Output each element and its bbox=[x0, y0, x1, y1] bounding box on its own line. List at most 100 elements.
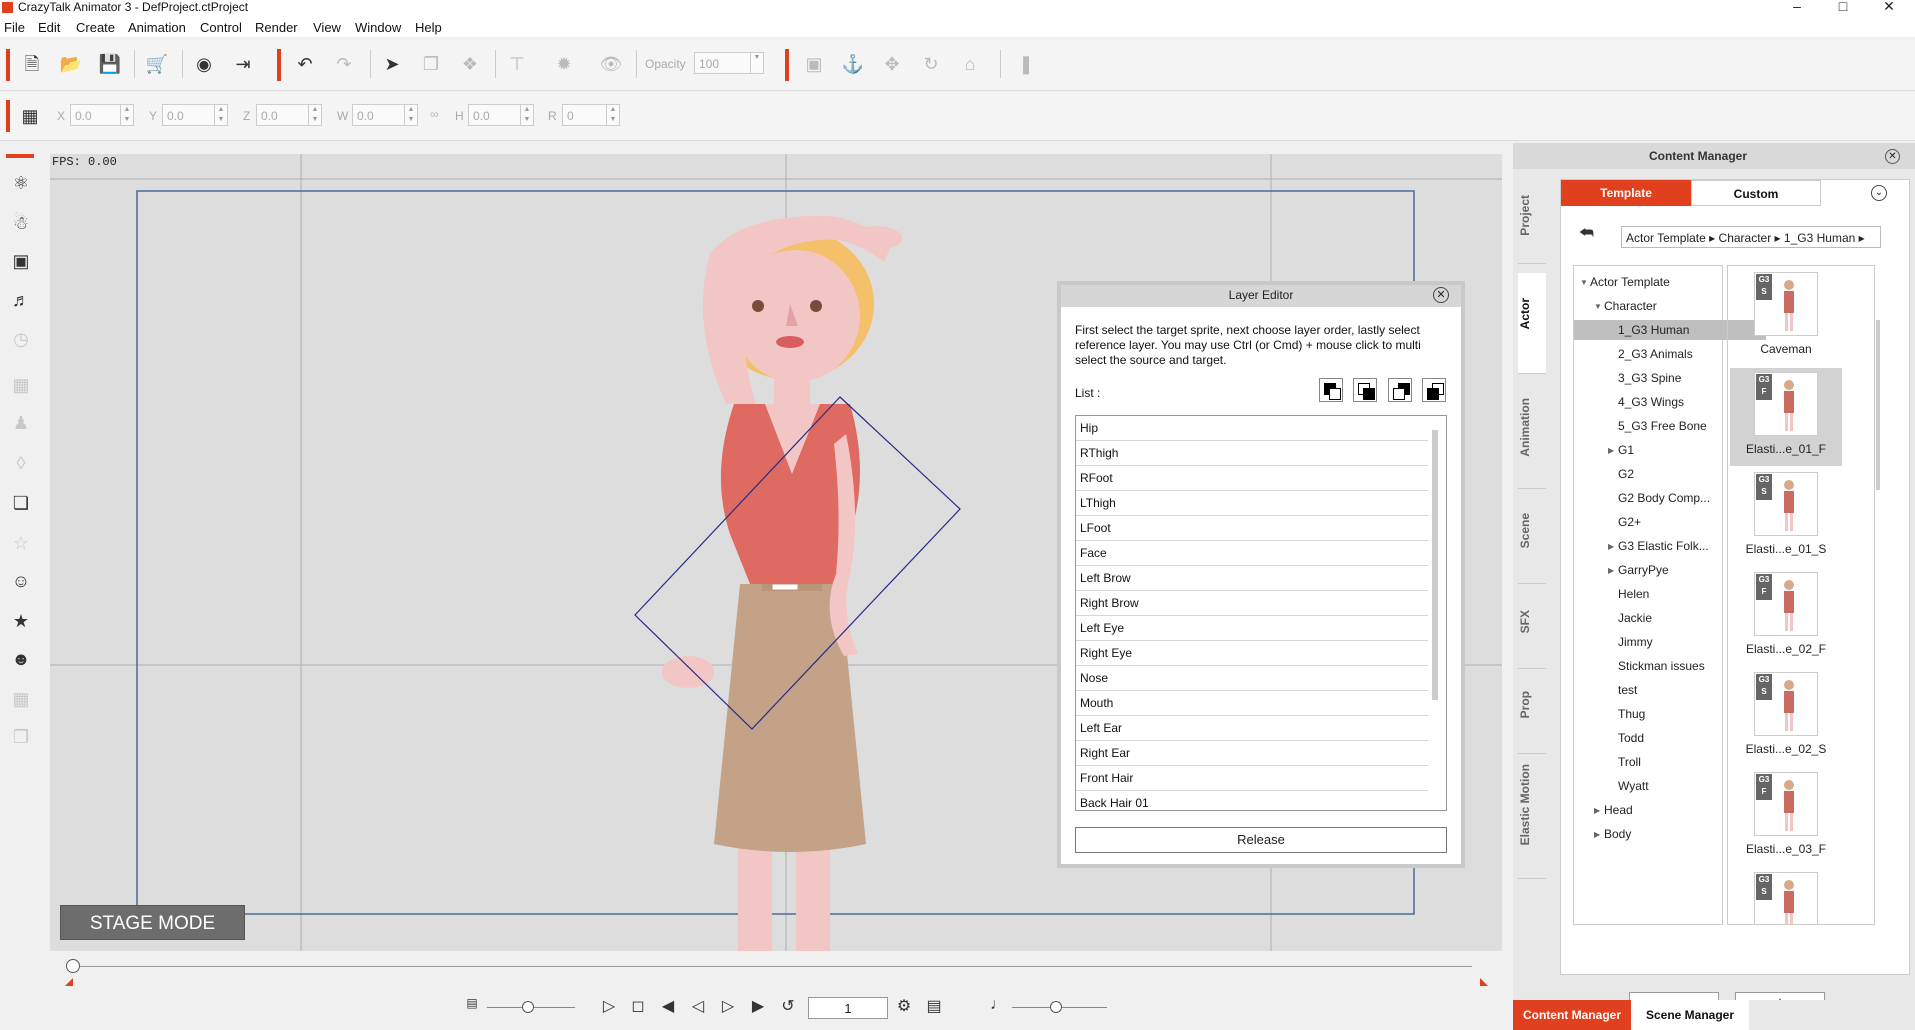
menu-edit[interactable]: Edit bbox=[38, 20, 60, 35]
tree-item[interactable]: Troll bbox=[1618, 752, 1641, 772]
expand-right-icon[interactable]: ▶ bbox=[1608, 566, 1614, 575]
breadcrumb-item[interactable]: Character bbox=[1719, 231, 1772, 245]
tree-item[interactable]: Head bbox=[1604, 800, 1633, 820]
redo-icon[interactable]: ↷ bbox=[330, 50, 358, 78]
last-frame-icon[interactable]: ▶ bbox=[748, 996, 768, 1016]
link-icon[interactable]: ❖ bbox=[456, 50, 484, 78]
tab-template[interactable]: Template bbox=[1561, 180, 1691, 206]
list-item[interactable]: Back Hair 01 bbox=[1076, 791, 1428, 810]
tree-item[interactable]: Character bbox=[1604, 296, 1657, 316]
image-icon[interactable]: ▣ bbox=[800, 50, 828, 78]
breadcrumb-item[interactable]: 1_G3 Human bbox=[1784, 231, 1855, 245]
grid-tool-icon[interactable]: ▦ bbox=[8, 372, 34, 398]
list-item[interactable]: LFoot bbox=[1076, 516, 1428, 541]
tab-scene[interactable]: Scene bbox=[1518, 493, 1546, 584]
open-project-icon[interactable]: 📂 bbox=[57, 50, 85, 78]
menu-render[interactable]: Render bbox=[255, 20, 298, 35]
minimize-icon[interactable]: – bbox=[1782, 0, 1812, 16]
bars-icon[interactable]: ❚ bbox=[1012, 50, 1040, 78]
expand-right-icon[interactable]: ▶ bbox=[1594, 830, 1600, 839]
list-item[interactable]: RFoot bbox=[1076, 466, 1428, 491]
close-window-icon[interactable]: ✕ bbox=[1874, 0, 1904, 16]
grid-small-icon[interactable]: ▦ bbox=[8, 686, 34, 712]
template-thumbnail[interactable]: G3 F Elasti...e_03_F bbox=[1730, 768, 1842, 866]
template-thumbnail[interactable]: G3 S Elasti...e_01_S bbox=[1730, 468, 1842, 566]
anchor-icon[interactable]: ⚓ bbox=[839, 50, 867, 78]
tab-sfx[interactable]: SFX bbox=[1518, 588, 1546, 669]
tab-scene-manager[interactable]: Scene Manager bbox=[1631, 1000, 1749, 1030]
tree-item[interactable]: G3 Elastic Folk... bbox=[1618, 536, 1709, 556]
breadcrumb-item[interactable]: Actor Template bbox=[1626, 231, 1706, 245]
close-icon[interactable]: ✕ bbox=[1433, 287, 1449, 303]
expand-right-icon[interactable]: ▶ bbox=[1594, 806, 1600, 815]
export-icon[interactable]: ⇥ bbox=[229, 50, 257, 78]
list-item[interactable]: Mouth bbox=[1076, 691, 1428, 716]
tab-project[interactable]: Project bbox=[1518, 185, 1546, 264]
face-tool-icon[interactable]: ☺ bbox=[8, 568, 34, 594]
list-item[interactable]: Right Brow bbox=[1076, 591, 1428, 616]
list-item[interactable]: LThigh bbox=[1076, 491, 1428, 516]
motion-tool-icon[interactable]: ★ bbox=[8, 608, 34, 634]
list-item[interactable]: Nose bbox=[1076, 666, 1428, 691]
3d-tool-icon[interactable]: ◊ bbox=[8, 450, 34, 476]
menu-window[interactable]: Window bbox=[355, 20, 401, 35]
template-thumbnail[interactable]: G3 F Elasti...e_01_F bbox=[1730, 368, 1842, 466]
timer-icon[interactable]: ◷ bbox=[8, 326, 34, 352]
tree-item[interactable]: 2_G3 Animals bbox=[1618, 344, 1693, 364]
tree-item[interactable]: Jackie bbox=[1618, 608, 1652, 628]
tree-item[interactable]: Jimmy bbox=[1618, 632, 1653, 652]
undo-icon[interactable]: ↶ bbox=[291, 50, 319, 78]
next-key-icon[interactable]: ▷ bbox=[718, 996, 738, 1016]
stop-icon[interactable]: ◻ bbox=[628, 996, 648, 1016]
expand-right-icon[interactable]: ▶ bbox=[1608, 542, 1614, 551]
tree-item[interactable]: GarryPye bbox=[1618, 560, 1669, 580]
new-project-icon[interactable]: 🗎 bbox=[18, 50, 46, 78]
tree-item[interactable]: test bbox=[1618, 680, 1637, 700]
lock-ratio-icon[interactable]: ∞ bbox=[430, 107, 439, 121]
tree-item[interactable]: 3_G3 Spine bbox=[1618, 368, 1681, 388]
back-icon[interactable]: ⮪ bbox=[1579, 225, 1594, 243]
menu-view[interactable]: View bbox=[313, 20, 341, 35]
select-arrow-icon[interactable]: ➤ bbox=[378, 50, 406, 78]
menu-create[interactable]: Create bbox=[76, 20, 115, 35]
opacity-field[interactable]: 100 ▼ bbox=[694, 52, 764, 74]
timeline-scrubber[interactable] bbox=[66, 959, 80, 973]
volume-slider[interactable] bbox=[522, 1001, 534, 1013]
release-button[interactable]: Release bbox=[1075, 827, 1447, 853]
list-item[interactable]: Left Eye bbox=[1076, 616, 1428, 641]
tree-item[interactable]: 4_G3 Wings bbox=[1618, 392, 1684, 412]
tree-item[interactable]: Helen bbox=[1618, 584, 1649, 604]
send-to-back-button[interactable] bbox=[1422, 378, 1446, 402]
loop-icon[interactable]: ↺ bbox=[778, 996, 798, 1016]
save-project-icon[interactable]: 💾 bbox=[96, 50, 124, 78]
grid-icon[interactable]: ▦ bbox=[16, 102, 44, 130]
chevron-down-icon[interactable]: ⌄ bbox=[1871, 185, 1887, 201]
tab-animation[interactable]: Animation bbox=[1518, 378, 1546, 489]
prev-key-icon[interactable]: ◁ bbox=[688, 996, 708, 1016]
frame-input[interactable]: 1 bbox=[808, 997, 888, 1019]
settings-icon[interactable]: ⚙ bbox=[894, 996, 914, 1016]
menu-animation[interactable]: Animation bbox=[128, 20, 186, 35]
copy-tool-icon[interactable]: ❐ bbox=[8, 724, 34, 750]
expand-down-icon[interactable]: ▼ bbox=[1594, 302, 1602, 311]
preview-icon[interactable]: ◉ bbox=[190, 50, 218, 78]
tree-item[interactable]: Stickman issues bbox=[1618, 656, 1705, 676]
menu-help[interactable]: Help bbox=[415, 20, 442, 35]
close-icon[interactable]: ✕ bbox=[1885, 149, 1900, 164]
head-tool-icon[interactable]: ☻ bbox=[8, 646, 34, 672]
y-field[interactable]: 0.0 ▲ ▼ bbox=[162, 104, 228, 126]
list-item[interactable]: Left Brow bbox=[1076, 566, 1428, 591]
template-thumbnail[interactable]: G3 F Elasti...e_02_F bbox=[1730, 568, 1842, 666]
x-field[interactable]: 0.0 ▲ ▼ bbox=[70, 104, 134, 126]
tree-item[interactable]: G2+ bbox=[1618, 512, 1641, 532]
list-item[interactable]: Left Ear bbox=[1076, 716, 1428, 741]
tree-item[interactable]: G1 bbox=[1618, 440, 1634, 460]
list-item[interactable]: Hip bbox=[1076, 416, 1428, 441]
tab-prop[interactable]: Prop bbox=[1518, 673, 1546, 754]
body-tool-icon[interactable]: ♟ bbox=[8, 410, 34, 436]
tree-item[interactable]: G2 bbox=[1618, 464, 1634, 484]
visibility-icon[interactable]: 👁 bbox=[597, 50, 625, 78]
list-item[interactable]: Right Eye bbox=[1076, 641, 1428, 666]
bring-to-front-button[interactable] bbox=[1319, 378, 1343, 402]
tree-item[interactable]: Actor Template bbox=[1590, 272, 1670, 292]
